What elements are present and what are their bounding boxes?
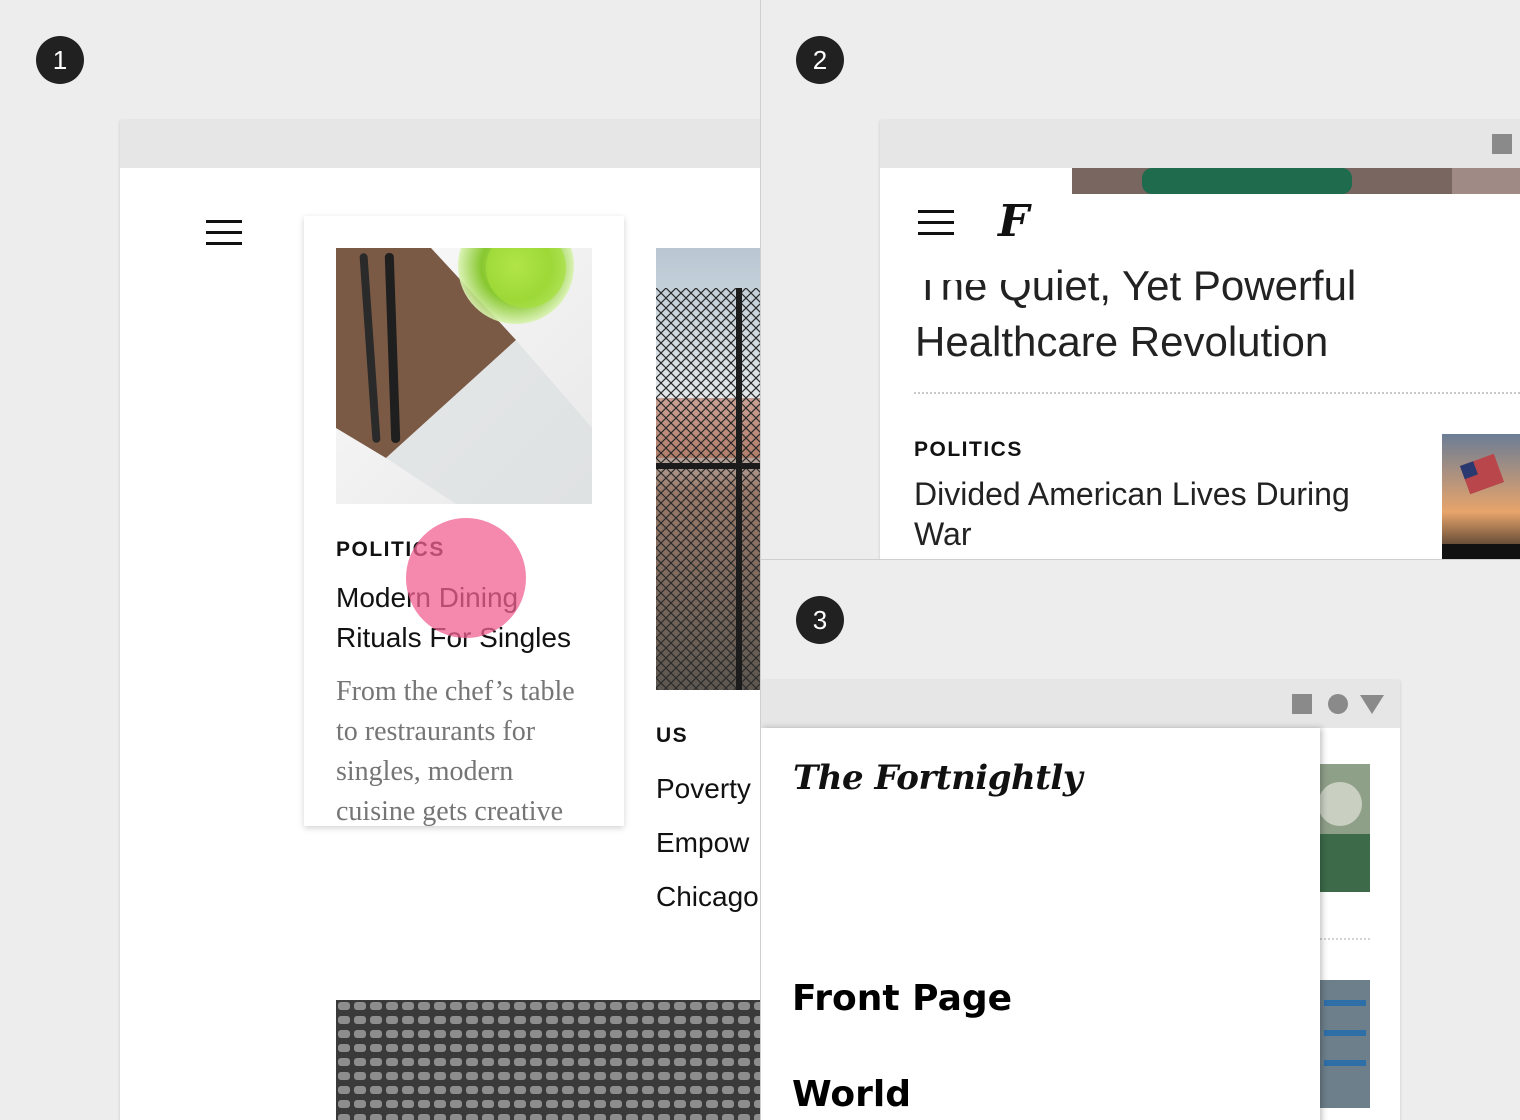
window-titlebar xyxy=(880,120,1520,168)
fence-image xyxy=(656,248,760,690)
step-badge-3: 3 xyxy=(796,596,844,644)
panel-step-1: 1 POLITICS Modern Rituals For Singles Fr… xyxy=(0,0,760,1120)
nav-item-front-page[interactable]: Front Page xyxy=(792,978,1012,1019)
hero-image xyxy=(1072,168,1520,194)
dotted-divider xyxy=(1320,938,1370,940)
masthead-logo[interactable]: The Fortnightly xyxy=(793,758,1083,798)
window-control-square[interactable] xyxy=(1292,694,1312,714)
app-window-1: POLITICS Modern Dining Rituals For Singl… xyxy=(120,120,760,1120)
touch-indicator xyxy=(406,518,526,638)
menu-icon[interactable] xyxy=(206,220,242,246)
app-bar: F xyxy=(880,168,1072,280)
logo-icon[interactable]: F xyxy=(998,196,1029,247)
step-badge-1: 1 xyxy=(36,36,84,84)
window-control-circle[interactable] xyxy=(1328,694,1348,714)
menu-icon[interactable] xyxy=(918,210,954,236)
app-window-3: The Fortnightly Front Page World xyxy=(761,680,1400,1120)
window-control-triangle[interactable] xyxy=(1360,695,1384,714)
step-badge-2: 2 xyxy=(796,36,844,84)
dotted-divider xyxy=(914,392,1520,394)
window-control-square[interactable] xyxy=(1492,134,1512,154)
panel-step-2: 2 The Quiet, Yet Powerful Healthcare Rev… xyxy=(761,0,1520,559)
thumbnail-image xyxy=(1320,980,1370,1108)
dining-image xyxy=(336,248,592,504)
story-headline[interactable]: Divided American Lives During War xyxy=(914,474,1404,554)
nav-item-world[interactable]: World xyxy=(792,1074,911,1115)
story-kicker: POLITICS xyxy=(914,438,1023,461)
navigation-drawer: The Fortnightly Front Page World xyxy=(761,728,1320,1120)
app-window-2: The Quiet, Yet Powerful Healthcare Revol… xyxy=(880,120,1520,559)
article-summary: From the chef’s table to restraurants fo… xyxy=(336,676,575,827)
stadium-image xyxy=(336,1000,760,1120)
flags-image xyxy=(1442,434,1520,559)
article-kicker-2: US xyxy=(656,724,689,747)
article-headline-2[interactable]: Poverty Empow Chicago xyxy=(656,762,760,924)
thumbnail-image xyxy=(1320,764,1370,892)
window-titlebar xyxy=(120,120,760,168)
panel-step-3: 3 The Fortnightly Front Page World xyxy=(761,560,1520,1120)
